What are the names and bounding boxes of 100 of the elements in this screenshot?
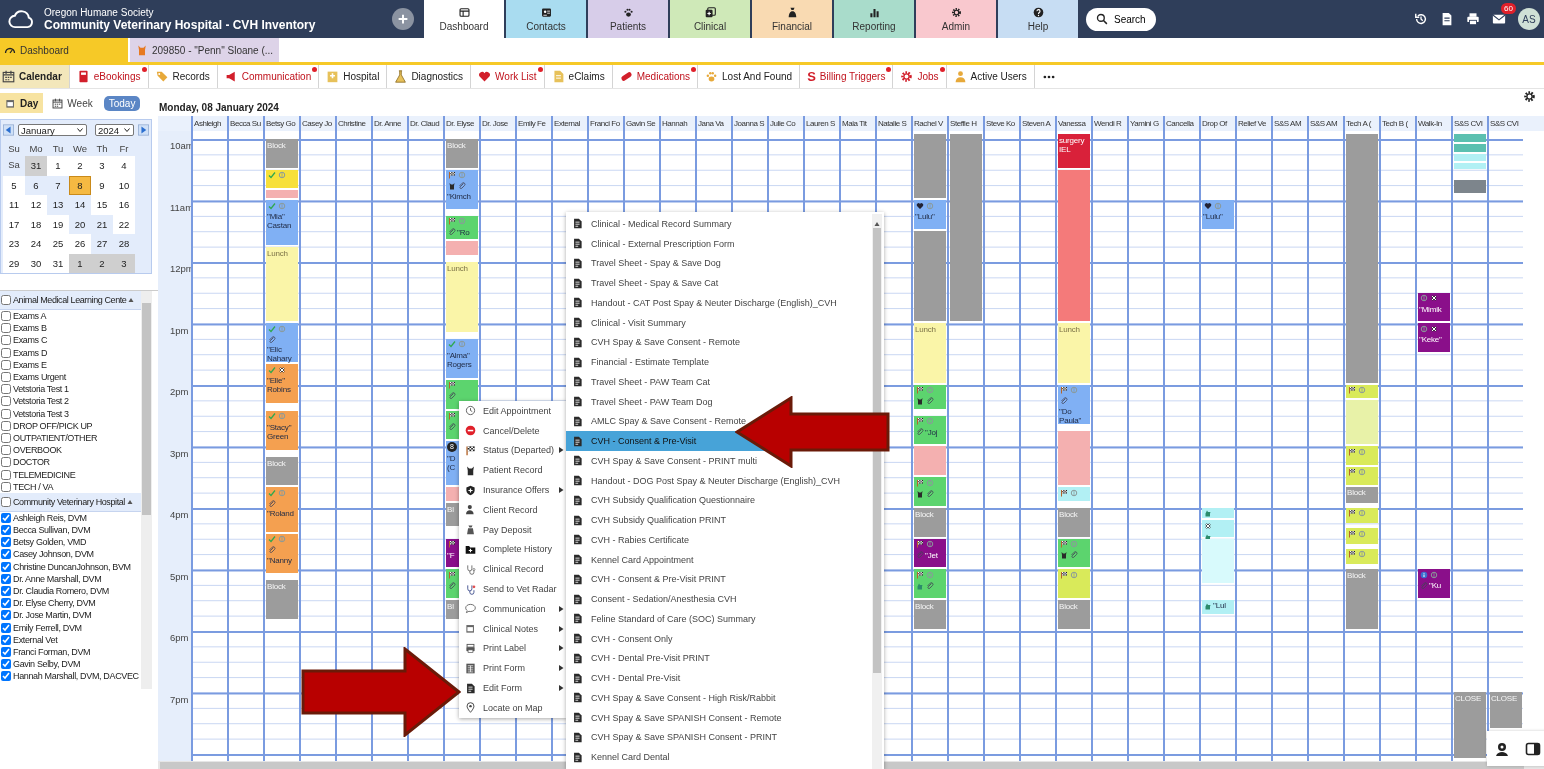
menu-item[interactable]: Patient Record [459,460,567,481]
open-tab[interactable]: Dashboard [0,38,128,62]
menu-item[interactable]: Kennel Card Appointment [566,549,872,570]
lunch-block[interactable]: Lunch [914,323,946,383]
search-button[interactable]: Search [1086,7,1156,31]
month-select[interactable]: January [18,124,87,136]
calendar-day[interactable]: 30 [25,253,47,273]
calendar-day[interactable]: 15 [91,195,113,215]
menu-item[interactable]: Handout - DOG Post Spay & Neuter Discharge (English)_CVH [566,470,872,491]
menu-item[interactable]: Clinical - Visit Summary [566,312,872,333]
appointment-block[interactable]: "Jet [914,538,946,568]
appointment-block[interactable]: "Lulu" [914,200,946,230]
appointment-block[interactable]: "Mimik [1418,292,1450,322]
appointment-block[interactable]: "Elle" Robins [266,364,298,404]
user-avatar[interactable]: AS [1518,8,1540,30]
menu-item[interactable]: CVH Subsidy Qualification PRINT [566,510,872,530]
menu-item[interactable]: CVH Spay & Save Consent - High Risk/Rabbit [566,688,872,708]
menu-item[interactable]: Print Label [459,638,567,659]
calendar-day[interactable]: 31 [47,253,69,273]
today-button[interactable]: Today [103,95,141,111]
appointment-block[interactable]: "Ro [446,215,478,240]
lunch-block[interactable]: Lunch [266,246,298,322]
menu-item[interactable]: Clinical Notes [459,618,567,639]
menu-item[interactable]: Edit Form [459,678,567,698]
lunch-block[interactable]: Lunch [1058,323,1090,383]
menu-item[interactable]: CVH - Consent & Pre-Visit PRINT [566,569,872,590]
menu-item[interactable]: Locate on Map [459,697,567,718]
calendar-day[interactable]: 1 [69,253,91,273]
calendar-day[interactable]: 22 [113,214,135,234]
calendar-day[interactable]: 25 [47,234,69,254]
menu-item[interactable]: Clinical Record [459,559,567,580]
menu-item[interactable]: Status (Departed) [459,440,567,461]
calendar-day[interactable]: 26 [69,234,91,254]
calendar-day[interactable]: 2 [91,253,113,273]
toolbar-item[interactable]: Calendar [0,65,70,88]
appointment-block[interactable]: "Nanny [266,533,298,573]
menu-item[interactable]: Handout - CAT Post Spay & Neuter Discharge (English)_CVH [566,293,872,313]
calendar-day[interactable]: 18 [25,214,47,234]
calendar-day[interactable]: 1 [47,156,69,176]
appointment-block[interactable]: "Keke" [1418,323,1450,353]
calendar-day[interactable]: 10 [113,175,135,195]
menu-item[interactable]: Client Record [459,500,567,520]
calendar-day[interactable]: 23 [3,234,25,254]
group-header[interactable]: Animal Medical Learning Cente [0,291,141,310]
calendar-day[interactable]: 9 [91,175,113,195]
toolbar-item[interactable]: Active Users [946,65,1035,88]
menu-item[interactable]: Print Form [459,658,567,679]
toolbar-item[interactable]: Lost And Found [698,65,801,88]
calendar-day[interactable]: 16 [113,195,135,215]
calendar-day[interactable]: 5 [3,175,25,195]
menu-item[interactable]: CVH - Dental Pre-Visit [566,668,872,688]
menu-item[interactable]: Send to Vet Radar [459,579,567,599]
appointment-block[interactable]: "Ku [1418,569,1450,599]
calendar-day[interactable]: 11 [3,195,25,215]
toolbar-item[interactable]: Medications [612,65,699,88]
nav-tab[interactable]: Reporting [834,0,914,38]
nav-tab[interactable]: Patients [588,0,668,38]
menu-item[interactable]: CVH Spay & Save Consent - PRINT multi [566,451,872,471]
calendar-day[interactable]: 6 [25,175,47,195]
appointment-block[interactable]: "Joj [914,415,946,445]
calendar-day[interactable]: 28 [113,234,135,254]
calendar-day[interactable]: 20 [69,214,91,234]
toolbar-item[interactable]: eBookings [69,65,149,88]
menu-item[interactable]: CVH - Dental Pre-Visit PRINT [566,648,872,669]
lunch-block[interactable]: Lunch [446,262,478,332]
appointment-block[interactable]: "Kimch [446,169,478,209]
menu-item[interactable]: CVH - Consent Only [566,628,872,649]
calendar-day[interactable]: 14 [69,195,91,215]
nav-tab[interactable]: Financial [752,0,832,38]
view-tab[interactable]: Day [0,93,44,113]
calendar-day[interactable]: 7 [47,175,69,195]
menu-item[interactable]: Kennel Card Dental [566,747,872,767]
menu-item[interactable]: Clinical - External Prescription Form [566,233,872,254]
menu-item[interactable]: Travel Sheet - Spay & Save Dog [566,253,872,274]
open-tab[interactable]: 209850 - "Penn" Sloane (... [130,38,280,62]
nav-tab[interactable]: Dashboard [424,0,504,38]
menu-item[interactable]: CVH Spay & Save SPANISH Consent - PRINT [566,727,872,748]
menu-item[interactable]: Travel Sheet - Spay & Save Cat [566,273,872,293]
calendar-day[interactable]: 31 [25,156,47,176]
menu-item[interactable]: Cancel/Delete [459,420,567,441]
menu-item[interactable]: Communication [459,598,567,619]
appointment-block[interactable]: "Lul [1202,600,1234,614]
menu-item[interactable]: Feline Standard of Care (SOC) Summary [566,609,872,629]
calendar-day[interactable]: 3 [113,253,135,273]
menu-item[interactable]: CVH Subsidy Qualification Questionnaire [566,490,872,511]
nav-tab[interactable]: Admin [916,0,996,38]
calendar-day[interactable]: 29 [3,253,25,273]
appointment-block[interactable]: "Lulu" [1202,200,1234,230]
appointment-block[interactable]: "Do Paula" [1058,385,1090,424]
calendar-day[interactable]: 24 [25,234,47,254]
toolbar-item[interactable]: Jobs [893,65,947,88]
menu-item[interactable]: Consent - Sedation/Anesthesia CVH [566,589,872,609]
calendar-day[interactable]: 13 [47,195,69,215]
toolbar-item[interactable]: eClaims [544,65,613,88]
toolbar-item[interactable]: Work List [471,65,545,88]
toolbar-item[interactable]: Diagnostics [387,65,472,88]
appointment-block[interactable]: "Elic Nahary [266,323,298,363]
menu-item[interactable]: Complete History [459,539,567,560]
menu-item[interactable]: Insurance Offers [459,480,567,500]
menu-item[interactable]: CVH Spay & Save SPANISH Consent - Remote [566,707,872,728]
